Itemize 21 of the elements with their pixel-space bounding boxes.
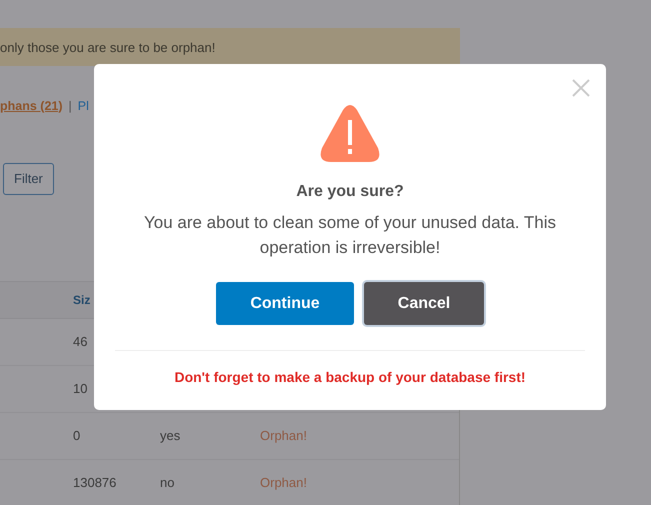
status-text: Orphan! [260,428,307,442]
column-header[interactable]: Siz [73,292,90,306]
separator-text: | [68,98,72,115]
table-cell: yes [160,428,180,442]
notice-text: only those you are sure to be orphan! [0,40,216,55]
dialog-title: Are you sure? [296,182,404,202]
warning-icon [319,104,381,164]
table-cell: no [160,474,174,490]
table-cell: 0 [73,428,80,442]
dialog-message: You are about to clean some of your unused data. This operation is irreversible! [142,212,558,259]
continue-button[interactable]: Continue [216,282,354,325]
table-cell: 130876 [73,474,116,490]
filter-link[interactable]: phans (21) [0,96,63,116]
status-text: Orphan! [260,474,307,490]
cancel-button[interactable]: Cancel [364,282,484,325]
table-cell: 10 [73,380,88,396]
close-icon[interactable] [571,78,591,98]
table-cell: 46 [73,334,88,348]
filter-link[interactable]: Pl [78,96,89,116]
warning-footer-text: Don't forget to make a backup of your database first! [115,350,585,388]
filter-button[interactable]: Filter [3,163,54,194]
